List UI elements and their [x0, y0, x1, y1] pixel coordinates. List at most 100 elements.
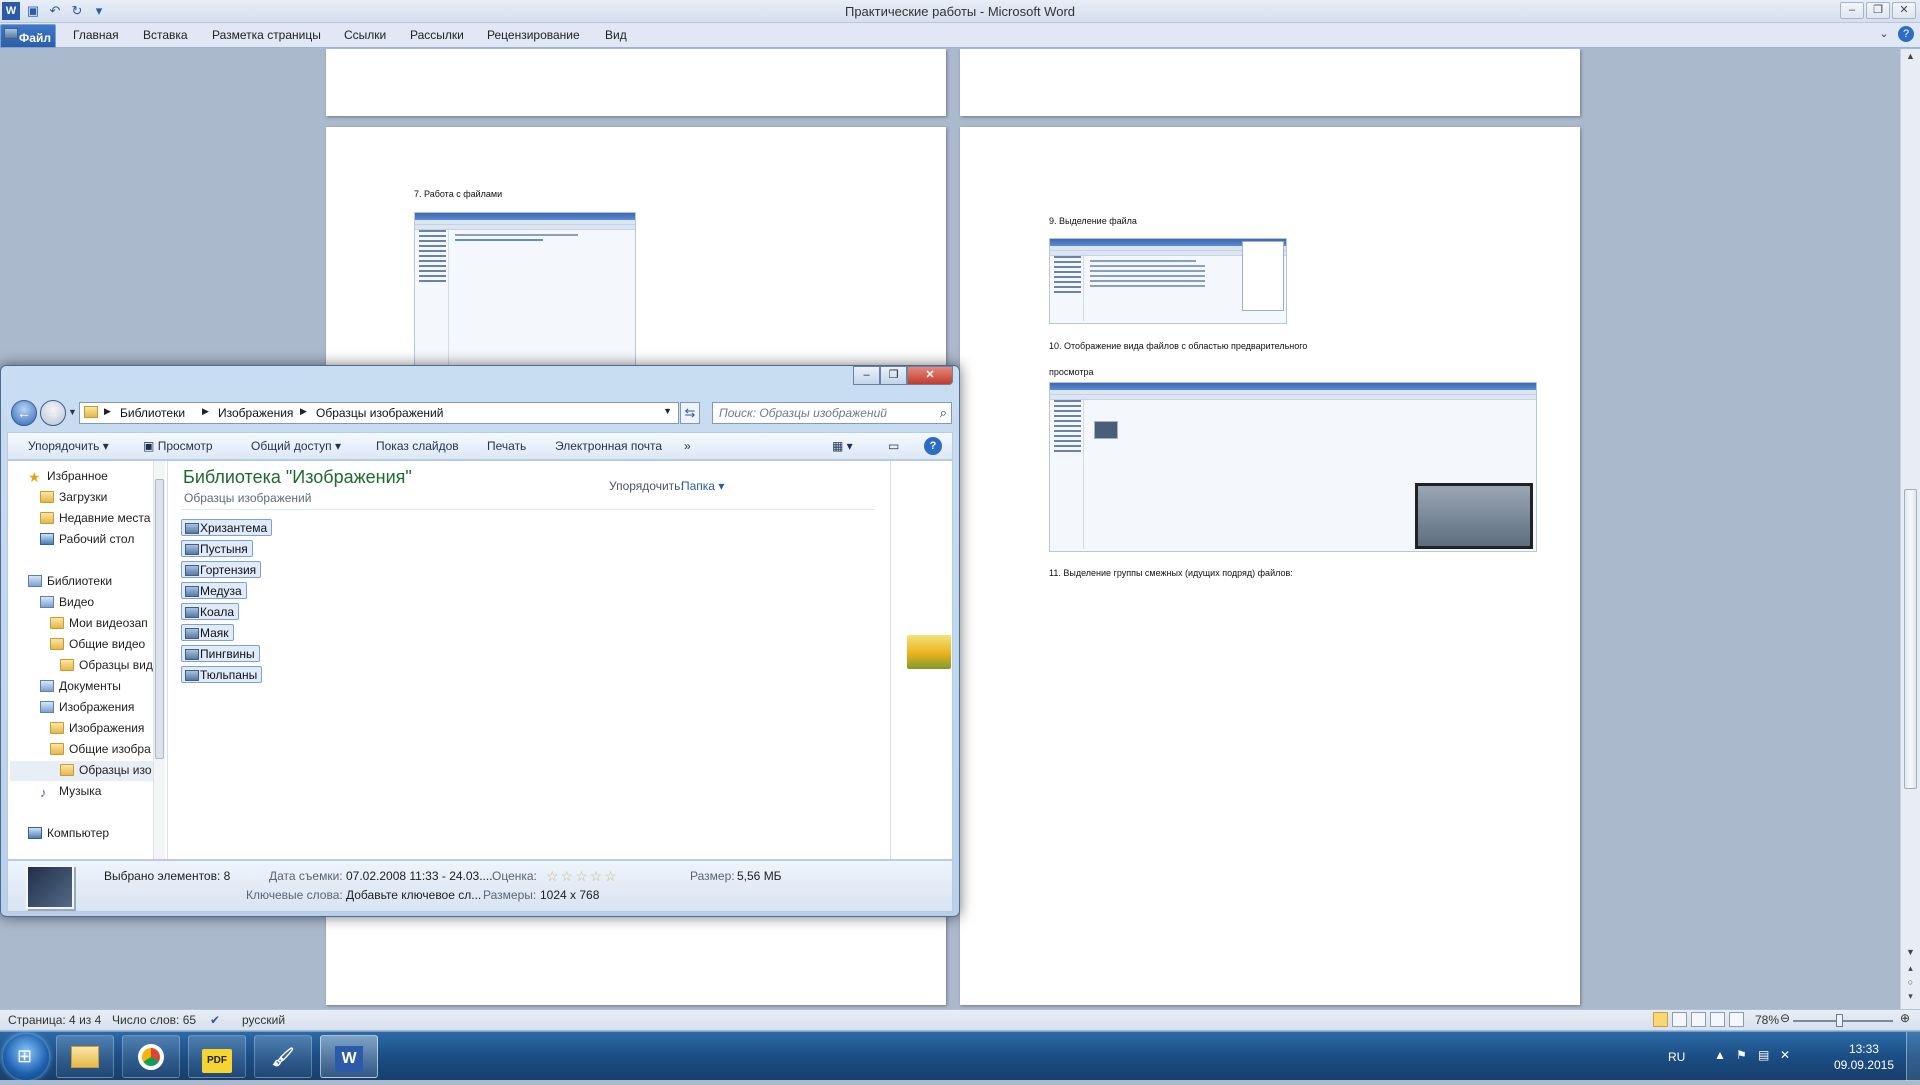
network-icon[interactable]: ▤ — [1758, 1048, 1769, 1062]
tab-insert[interactable]: Вставка — [143, 28, 188, 42]
outline-view-icon[interactable] — [1710, 1012, 1725, 1027]
slideshow-button[interactable]: Показ слайдов — [376, 439, 459, 453]
nav-recent-places[interactable]: Недавние места — [40, 511, 150, 525]
help-icon[interactable]: ? — [1898, 26, 1914, 42]
address-bar[interactable]: ▶ Библиотеки ▶ Изображения ▶ Образцы изо… — [79, 402, 700, 424]
ribbon-collapse-icon[interactable]: ⌄ — [1876, 26, 1892, 42]
share-button[interactable]: Общий доступ ▾ — [251, 439, 341, 453]
tab-page-layout[interactable]: Разметка страницы — [212, 28, 321, 42]
nav-sample-video[interactable]: Образцы вид — [60, 658, 153, 672]
chrome-taskbar-button[interactable] — [122, 1035, 180, 1078]
pdf-taskbar-button[interactable]: PDF — [188, 1035, 246, 1078]
tab-references[interactable]: Ссылки — [344, 28, 386, 42]
paint-taskbar-button[interactable]: 🖌 — [254, 1035, 312, 1078]
minimize-button[interactable]: – — [1840, 2, 1864, 19]
next-page-icon[interactable]: ▾ — [1903, 991, 1918, 1005]
help-icon[interactable]: ? — [924, 437, 942, 455]
browse-object-icon[interactable]: ○ — [1903, 977, 1918, 991]
recent-pages-chevron-icon[interactable]: ▼ — [68, 407, 77, 417]
nav-favorites[interactable]: ★ Избранное — [28, 469, 108, 485]
show-desktop-button[interactable] — [1906, 1032, 1920, 1081]
draft-view-icon[interactable] — [1729, 1012, 1744, 1027]
file-item[interactable]: Пингвины — [181, 645, 260, 662]
explorer-close-button[interactable]: ✕ — [907, 366, 953, 385]
nav-public-images[interactable]: Общие изобра — [50, 742, 151, 756]
file-item[interactable]: Коала — [181, 603, 240, 620]
zoom-slider[interactable] — [1793, 1020, 1893, 1022]
preview-pane-icon[interactable]: ▭ — [888, 439, 899, 453]
rating-stars[interactable]: ☆☆☆☆☆ — [546, 868, 619, 885]
web-layout-icon[interactable] — [1691, 1012, 1706, 1027]
action-center-icon[interactable]: ⚑ — [1736, 1048, 1747, 1062]
email-button[interactable]: Электронная почта — [555, 439, 662, 453]
file-item[interactable]: Пустыня — [181, 540, 253, 557]
nav-public-video[interactable]: Общие видео — [50, 637, 145, 651]
print-layout-view-icon[interactable] — [1653, 1012, 1668, 1027]
scroll-up-arrow[interactable]: ▲ — [1903, 51, 1918, 65]
nav-video[interactable]: Видео — [40, 595, 94, 609]
nav-desktop[interactable]: Рабочий стол — [40, 532, 134, 546]
clock[interactable]: 13:33 09.09.2015 — [1834, 1041, 1894, 1073]
tab-view[interactable]: Вид — [605, 28, 627, 42]
preview-button[interactable]: ▣ Просмотр — [143, 439, 213, 453]
date-taken-value[interactable]: 07.02.2008 11:33 - 24.03.... — [346, 869, 493, 883]
scroll-thumb[interactable] — [1904, 489, 1917, 789]
nav-documents[interactable]: Документы — [40, 679, 121, 693]
explorer-minimize-button[interactable]: – — [853, 366, 880, 385]
zoom-in-icon[interactable]: ⊕ — [1900, 1011, 1910, 1025]
start-button[interactable]: ⊞ — [3, 1034, 49, 1080]
tab-home[interactable]: Главная — [73, 28, 119, 42]
word-taskbar-button[interactable]: W — [320, 1035, 378, 1078]
nav-sample-images[interactable]: Образцы изо — [10, 761, 154, 781]
zoom-slider-knob[interactable] — [1836, 1014, 1843, 1027]
proofing-icon[interactable]: ✔ — [210, 1013, 220, 1027]
maximize-button[interactable]: ❐ — [1866, 2, 1890, 19]
nav-downloads[interactable]: Загрузки — [40, 490, 107, 504]
print-button[interactable]: Печать — [487, 439, 526, 453]
address-dropdown-icon[interactable]: ▼ — [663, 406, 672, 416]
zoom-out-icon[interactable]: ⊖ — [1780, 1011, 1790, 1025]
breadcrumb-sample-images[interactable]: Образцы изображений — [316, 406, 443, 420]
back-button[interactable]: ← — [11, 400, 37, 426]
breadcrumb-images[interactable]: Изображения — [218, 406, 293, 420]
file-item[interactable]: Тюльпаны — [181, 666, 263, 683]
refresh-icon[interactable]: ⇆ — [680, 402, 700, 424]
search-input[interactable]: Поиск: Образцы изображений ⌕ — [712, 402, 952, 424]
nav-my-video[interactable]: Мои видеозап — [50, 616, 148, 630]
tab-review[interactable]: Рецензирование — [487, 28, 580, 42]
organize-button[interactable]: Упорядочить ▾ — [28, 439, 109, 453]
tab-file[interactable]: Файл — [0, 24, 56, 48]
zoom-level[interactable]: 78% — [1755, 1013, 1779, 1027]
vertical-scrollbar[interactable]: ▲ ▼ ▴ ○ ▾ — [1900, 49, 1920, 1009]
navigation-scroll-thumb[interactable] — [155, 479, 164, 759]
more-commands-button[interactable]: » — [684, 439, 691, 453]
change-view-icon[interactable]: ▦ ▾ — [832, 439, 853, 453]
tab-mailings[interactable]: Рассылки — [410, 28, 464, 42]
keywords-value[interactable]: Добавьте ключевое сл... — [346, 888, 481, 902]
explorer-maximize-button[interactable]: ❐ — [880, 366, 907, 385]
nav-images[interactable]: Изображения — [40, 700, 134, 714]
file-item[interactable]: Маяк — [181, 624, 234, 641]
file-item[interactable]: Гортензия — [181, 561, 262, 578]
nav-my-images[interactable]: Изображения — [50, 721, 144, 735]
previous-page-icon[interactable]: ▴ — [1903, 963, 1918, 977]
breadcrumb-libraries[interactable]: Библиотеки — [120, 406, 185, 420]
nav-computer[interactable]: Компьютер — [28, 826, 109, 840]
nav-libraries[interactable]: Библиотеки — [28, 574, 112, 588]
language-indicator[interactable]: русский — [242, 1013, 285, 1027]
scroll-down-arrow[interactable]: ▼ — [1903, 947, 1918, 961]
file-item[interactable]: Хризантема — [181, 519, 273, 536]
show-hidden-icons-icon[interactable]: ▲ — [1714, 1048, 1726, 1062]
volume-muted-icon[interactable]: ✕ — [1780, 1048, 1790, 1062]
forward-button[interactable]: → — [40, 400, 66, 426]
search-icon[interactable]: ⌕ — [940, 405, 947, 421]
close-button[interactable]: ✕ — [1892, 2, 1916, 19]
navigation-scrollbar[interactable] — [153, 461, 165, 859]
page-right[interactable]: 9. Выделение файла 10. Отображение вида … — [960, 127, 1580, 1005]
full-screen-reading-icon[interactable] — [1672, 1012, 1687, 1027]
arrange-by-dropdown[interactable]: Папка ▾ — [681, 479, 724, 493]
file-item[interactable]: Медуза — [181, 582, 247, 599]
word-count[interactable]: Число слов: 65 — [112, 1013, 196, 1027]
page-count[interactable]: Страница: 4 из 4 — [8, 1013, 101, 1027]
explorer-taskbar-button[interactable] — [56, 1035, 114, 1078]
